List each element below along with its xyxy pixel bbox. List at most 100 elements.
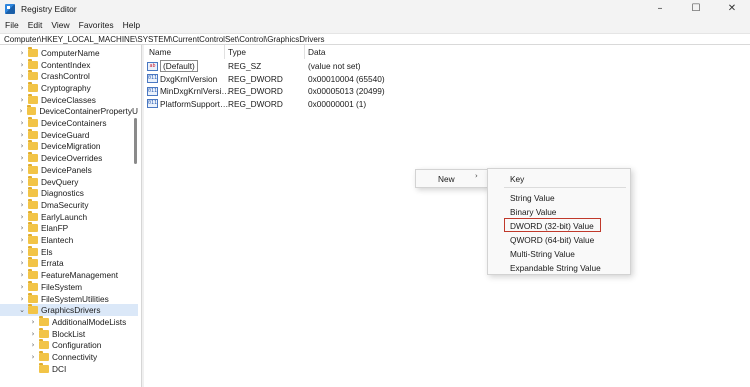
tree-item-label: DevQuery bbox=[41, 176, 79, 187]
chevron-right-icon[interactable]: › bbox=[18, 189, 26, 197]
tree-item[interactable]: › Errata bbox=[0, 257, 138, 270]
address-bar[interactable]: Computer\HKEY_LOCAL_MACHINE\SYSTEM\Curre… bbox=[0, 33, 750, 45]
chevron-right-icon[interactable]: › bbox=[18, 259, 26, 267]
chevron-down-icon[interactable]: ⌄ bbox=[18, 306, 26, 314]
tree-item[interactable]: › Configuration bbox=[0, 339, 138, 352]
tree-item[interactable]: › DevQuery bbox=[0, 175, 138, 188]
chevron-right-icon[interactable]: › bbox=[17, 107, 25, 115]
tree-item[interactable]: › DeviceOverrides bbox=[0, 152, 138, 164]
chevron-right-icon[interactable]: › bbox=[18, 142, 26, 150]
chevron-right-icon[interactable]: › bbox=[18, 49, 26, 57]
chevron-right-icon[interactable]: › bbox=[18, 295, 26, 303]
chevron-right-icon[interactable]: › bbox=[18, 271, 26, 279]
column-data-header[interactable]: Data bbox=[308, 47, 326, 57]
submenu-item[interactable]: Multi-String Value bbox=[510, 249, 575, 259]
tree-item[interactable]: › EarlyLaunch bbox=[0, 210, 138, 223]
chevron-right-icon[interactable]: › bbox=[18, 154, 26, 162]
minimize-button[interactable]: – bbox=[642, 0, 678, 17]
tree-item-label: ElanFP bbox=[41, 223, 69, 234]
folder-icon bbox=[28, 280, 38, 291]
registry-editor-icon bbox=[5, 3, 15, 14]
tree-item[interactable]: › Connectivity bbox=[0, 351, 138, 363]
tree-item[interactable]: › DeviceMigration bbox=[0, 140, 138, 153]
chevron-right-icon[interactable]: › bbox=[29, 318, 37, 326]
column-divider[interactable] bbox=[304, 45, 305, 59]
menu-file[interactable]: File bbox=[5, 20, 19, 30]
tree-item[interactable]: › ComputerName bbox=[0, 46, 138, 59]
chevron-right-icon[interactable]: › bbox=[18, 166, 26, 174]
menu-item-new[interactable]: New bbox=[438, 174, 455, 184]
chevron-right-icon[interactable]: › bbox=[18, 201, 26, 209]
chevron-right-icon[interactable]: › bbox=[18, 131, 26, 139]
value-row[interactable]: 011 PlatformSupport… REG_DWORD 0x00000001 (… bbox=[144, 98, 750, 111]
binary-value-icon: 011 bbox=[147, 74, 158, 84]
chevron-right-icon[interactable]: › bbox=[18, 224, 26, 232]
tree-item[interactable]: › FileSystemUtilities bbox=[0, 292, 138, 305]
chevron-right-icon[interactable]: › bbox=[29, 330, 37, 338]
tree-item[interactable]: ⌄ GraphicsDrivers bbox=[0, 304, 138, 317]
folder-icon bbox=[28, 269, 38, 280]
folder-icon bbox=[39, 315, 49, 326]
tree-item[interactable]: › AdditionalModeLists bbox=[0, 315, 138, 328]
chevron-right-icon[interactable]: › bbox=[18, 61, 26, 69]
chevron-right-icon[interactable]: › bbox=[18, 283, 26, 291]
menu-favorites[interactable]: Favorites bbox=[79, 20, 114, 30]
close-button[interactable]: ✕ bbox=[714, 0, 750, 17]
submenu-item[interactable]: Key bbox=[510, 174, 524, 184]
tree-item-label: GraphicsDrivers bbox=[41, 305, 101, 316]
folder-icon bbox=[28, 234, 38, 245]
submenu-item[interactable]: Expandable String Value bbox=[510, 263, 601, 273]
tree-item[interactable]: › Elantech bbox=[0, 234, 138, 246]
value-data: (value not set) bbox=[308, 61, 361, 72]
value-row[interactable]: 011 DxgKrnlVersion REG_DWORD 0x00010004 (65… bbox=[144, 73, 750, 86]
chevron-right-icon[interactable]: › bbox=[18, 72, 26, 80]
tree-item[interactable]: › ElanFP bbox=[0, 222, 138, 235]
registry-tree[interactable]: › ComputerName › ContentIndex › CrashControl ›… bbox=[0, 45, 138, 387]
chevron-right-icon[interactable]: › bbox=[18, 178, 26, 186]
maximize-button[interactable]: ☐ bbox=[678, 0, 714, 17]
chevron-right-icon[interactable]: › bbox=[29, 353, 37, 361]
tree-item[interactable]: › DeviceClasses bbox=[0, 93, 138, 106]
submenu-item[interactable]: String Value bbox=[510, 193, 555, 203]
title-bar: Registry Editor – ☐ ✕ bbox=[0, 0, 750, 17]
chevron-right-icon[interactable]: › bbox=[18, 96, 26, 104]
tree-item-label: Els bbox=[41, 246, 53, 257]
tree-item[interactable]: › ContentIndex bbox=[0, 58, 138, 71]
chevron-right-icon[interactable]: › bbox=[18, 248, 26, 256]
tree-item-label: ComputerName bbox=[41, 47, 100, 58]
value-row[interactable]: 011 MinDxgKrnlVersi… REG_DWORD 0x00005013 (… bbox=[144, 85, 750, 98]
tree-item[interactable]: › DeviceContainerPropertyU bbox=[0, 105, 138, 118]
chevron-right-icon[interactable]: › bbox=[18, 119, 26, 127]
tree-item[interactable]: › Els bbox=[0, 245, 138, 258]
tree-item[interactable]: › CrashControl bbox=[0, 70, 138, 82]
column-divider[interactable] bbox=[224, 45, 225, 59]
chevron-right-icon[interactable]: › bbox=[18, 213, 26, 221]
tree-item[interactable]: › DeviceContainers bbox=[0, 117, 138, 129]
folder-icon bbox=[28, 257, 38, 268]
highlight-outline bbox=[504, 218, 601, 232]
column-type-header[interactable]: Type bbox=[228, 47, 246, 57]
tree-item[interactable]: › BlockList bbox=[0, 327, 138, 340]
tree-item[interactable]: › Cryptography bbox=[0, 81, 138, 94]
tree-item[interactable]: › FeatureManagement bbox=[0, 269, 138, 281]
list-header: Name Type Data bbox=[144, 45, 750, 59]
value-row[interactable]: ab (Default) REG_SZ (value not set) bbox=[144, 60, 750, 73]
tree-scrollbar-thumb[interactable] bbox=[134, 118, 137, 164]
folder-icon bbox=[28, 163, 38, 174]
menu-edit[interactable]: Edit bbox=[28, 20, 43, 30]
tree-item[interactable]: › DmaSecurity bbox=[0, 198, 138, 211]
column-name-header[interactable]: Name bbox=[149, 47, 171, 57]
chevron-right-icon[interactable]: › bbox=[18, 84, 26, 92]
chevron-right-icon[interactable]: › bbox=[18, 236, 26, 244]
chevron-right-icon[interactable]: › bbox=[29, 341, 37, 349]
submenu-item[interactable]: QWORD (64-bit) Value bbox=[510, 235, 594, 245]
tree-item[interactable]: › Diagnostics bbox=[0, 187, 138, 199]
tree-item[interactable]: › DeviceGuard bbox=[0, 128, 138, 141]
menu-view[interactable]: View bbox=[51, 20, 69, 30]
values-list: Name Type Data ab (Default) REG_SZ (value n… bbox=[144, 45, 750, 387]
tree-item[interactable]: › FileSystem bbox=[0, 280, 138, 293]
tree-item[interactable]: › DevicePanels bbox=[0, 163, 138, 176]
submenu-item[interactable]: Binary Value bbox=[510, 207, 556, 217]
tree-item[interactable]: DCI bbox=[0, 362, 138, 375]
menu-help[interactable]: Help bbox=[123, 20, 140, 30]
